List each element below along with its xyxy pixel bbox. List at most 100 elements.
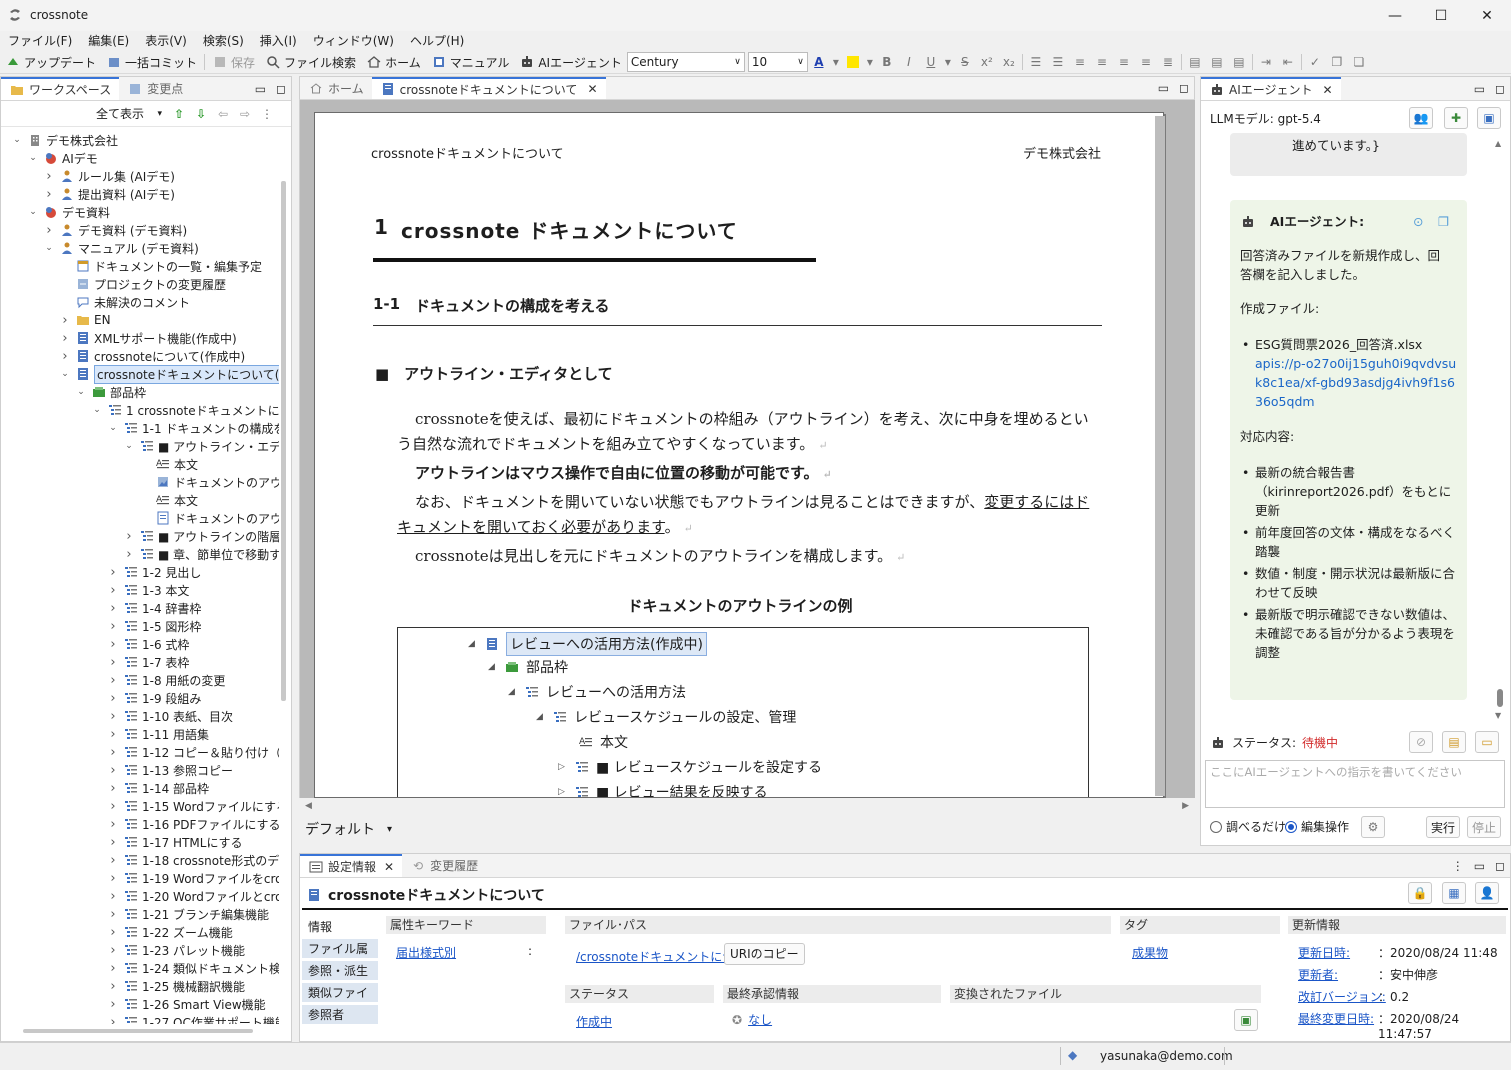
font-family-select[interactable]: Century ∨: [626, 52, 745, 72]
tree-item[interactable]: › ■ 章、節単位で移動する: [123, 545, 279, 563]
chevron-right-icon[interactable]: ›: [123, 529, 135, 544]
tree-item[interactable]: › 1-6 式枠: [107, 635, 189, 653]
chevron-right-icon[interactable]: ›: [43, 169, 55, 184]
tree-item[interactable]: › 1-10 表紙、目次: [107, 707, 233, 725]
menu-help[interactable]: ヘルプ(H): [402, 31, 472, 51]
copy-format-button[interactable]: ❐: [1326, 51, 1348, 73]
update-info-key[interactable]: 更新日時:: [1298, 944, 1350, 961]
tree-item[interactable]: A 本文: [139, 491, 198, 509]
minimize-editor-button[interactable]: ▭: [1153, 77, 1174, 99]
document-page[interactable]: crossnoteドキュメントについて デモ株式会社 1 crossnote ド…: [314, 112, 1164, 798]
bold-button[interactable]: B: [876, 51, 898, 73]
convert-file-button[interactable]: ▣: [1234, 1009, 1258, 1031]
chevron-right-icon[interactable]: ›: [107, 853, 119, 868]
menu-edit[interactable]: 編集(E): [80, 31, 137, 51]
tree-item[interactable]: ⌄ デモ資料: [27, 203, 110, 221]
maximize-editor-button[interactable]: ◻: [1174, 77, 1194, 99]
tree-item[interactable]: ⌄ デモ株式会社: [11, 131, 118, 149]
tree-item[interactable]: › 1-2 見出し: [107, 563, 201, 581]
run-button[interactable]: 実行: [1426, 816, 1460, 838]
tree-item[interactable]: › crossnoteについて(作成中): [59, 347, 245, 365]
file-search-button[interactable]: ファイル検索: [260, 51, 361, 73]
close-tab-icon[interactable]: ✕: [587, 82, 597, 96]
paste-format-button[interactable]: ❏: [1348, 51, 1370, 73]
tab-settings-info[interactable]: 設定情報 ✕: [300, 854, 403, 877]
update-button[interactable]: アップデート: [0, 51, 101, 73]
chat-scrollbar-thumb[interactable]: [1497, 689, 1503, 707]
tree-item[interactable]: › ■ アウトラインの階層関係: [123, 527, 279, 545]
outdent-button[interactable]: ⇤: [1277, 51, 1299, 73]
align-center-button[interactable]: ≡: [1091, 51, 1113, 73]
spellcheck-button[interactable]: ✓: [1304, 51, 1326, 73]
chevron-right-icon[interactable]: ›: [107, 601, 119, 616]
tab-workspace[interactable]: ワークスペース: [1, 77, 120, 100]
box-left-button[interactable]: ▤: [1184, 51, 1206, 73]
align-right-button[interactable]: ≡: [1113, 51, 1135, 73]
chevron-right-icon[interactable]: ›: [107, 907, 119, 922]
tab-change-history[interactable]: ⟲ 変更履歴: [402, 854, 486, 877]
tree-item[interactable]: › 1-16 PDFファイルにする: [107, 815, 279, 833]
tree-item[interactable]: › 1-11 用語集: [107, 725, 209, 743]
chevron-down-icon[interactable]: ⌄: [107, 423, 119, 433]
tree-horizontal-scrollbar[interactable]: [23, 1029, 253, 1033]
chevron-down-icon[interactable]: ⌄: [27, 153, 39, 163]
maximize-properties-button[interactable]: ◻: [1490, 854, 1510, 877]
update-info-key[interactable]: 更新者:: [1298, 966, 1338, 983]
justify-button[interactable]: ≡: [1135, 51, 1157, 73]
more-options-icon[interactable]: ⋮: [1447, 854, 1469, 877]
agent-instruction-input[interactable]: ここにAIエージェントへの指示を書いてください: [1205, 760, 1505, 808]
close-tab-icon[interactable]: ✕: [1323, 83, 1333, 97]
editor-vertical-scrollbar[interactable]: [1155, 116, 1165, 796]
tree-item[interactable]: › 1-23 パレット機能: [107, 941, 245, 959]
side-tab-info[interactable]: 情報: [302, 917, 378, 937]
tree-item[interactable]: › 1-27 OC作業サポート機能: [107, 1013, 279, 1025]
bullet-list-button[interactable]: ☰: [1025, 51, 1047, 73]
chevron-right-icon[interactable]: ›: [107, 619, 119, 634]
attach-folder-button[interactable]: ▭: [1475, 731, 1499, 753]
tree-item[interactable]: ⌄ 1-1 ドキュメントの構成を考え: [107, 419, 279, 437]
tree-item[interactable]: › 1-14 部品枠: [107, 779, 209, 797]
tree-item[interactable]: › 1-9 段組み: [107, 689, 201, 707]
created-file-link[interactable]: apis://p-o27o0ij15guh0i9qvdvsuk8c1ea/xf-…: [1255, 356, 1456, 409]
update-info-key[interactable]: 最終変更日時:: [1298, 1010, 1374, 1027]
arrow-right-icon[interactable]: ⇨: [237, 106, 253, 122]
commit-button[interactable]: 一括コミット: [101, 51, 202, 73]
scroll-down-icon[interactable]: ▼: [1495, 711, 1501, 720]
strike-button[interactable]: S: [954, 51, 976, 73]
maximize-ai-panel-button[interactable]: ◻: [1490, 77, 1510, 100]
assign-user-button[interactable]: 👤: [1475, 882, 1499, 904]
italic-button[interactable]: I: [898, 51, 920, 73]
menu-file[interactable]: ファイル(F): [0, 31, 80, 51]
schedule-button[interactable]: ▦: [1442, 882, 1466, 904]
chevron-right-icon[interactable]: ›: [107, 637, 119, 652]
font-size-select[interactable]: 10 ∨: [747, 52, 808, 72]
users-button[interactable]: 👥: [1409, 107, 1433, 129]
box-right-button[interactable]: ▤: [1228, 51, 1250, 73]
tree-item[interactable]: › 1-15 Wordファイルにする: [107, 797, 279, 815]
chevron-right-icon[interactable]: ›: [107, 1015, 119, 1025]
chevron-down-icon[interactable]: ⌄: [91, 405, 103, 415]
tree-item[interactable]: › 1-19 Wordファイルをcrossn: [107, 869, 279, 887]
chevron-right-icon[interactable]: ›: [107, 655, 119, 670]
chevron-right-icon[interactable]: ›: [107, 583, 119, 598]
paragraph-style-select[interactable]: デフォルト ▾: [305, 818, 392, 840]
chevron-down-icon[interactable]: ⌄: [43, 243, 55, 253]
indent-button[interactable]: ⇥: [1255, 51, 1277, 73]
chevron-right-icon[interactable]: ›: [107, 745, 119, 760]
save-button[interactable]: 保存: [207, 51, 260, 73]
tree-item[interactable]: › 1-20 Wordファイルとcrossnc: [107, 887, 279, 905]
update-info-key[interactable]: 改訂バージョン:: [1298, 988, 1386, 1005]
tree-vertical-scrollbar[interactable]: [281, 181, 286, 701]
scroll-up-icon[interactable]: ▲: [1495, 139, 1501, 148]
tree-item[interactable]: › 1-25 機械翻訳機能: [107, 977, 245, 995]
chevron-right-icon[interactable]: ›: [107, 691, 119, 706]
font-color-button[interactable]: A: [808, 51, 830, 73]
chevron-right-icon[interactable]: ›: [107, 997, 119, 1012]
chevron-right-icon[interactable]: ›: [107, 835, 119, 850]
tree-item[interactable]: › 1-26 Smart View機能: [107, 995, 265, 1013]
tree-item[interactable]: ⌄ ■ アウトライン・エディタと!: [123, 437, 279, 455]
tree-item[interactable]: ⌄ AIデモ: [27, 149, 98, 167]
tree-item[interactable]: プロジェクトの変更履歴: [59, 275, 226, 293]
underline-button[interactable]: U: [920, 51, 942, 73]
tree-item[interactable]: 未解決のコメント: [59, 293, 190, 311]
